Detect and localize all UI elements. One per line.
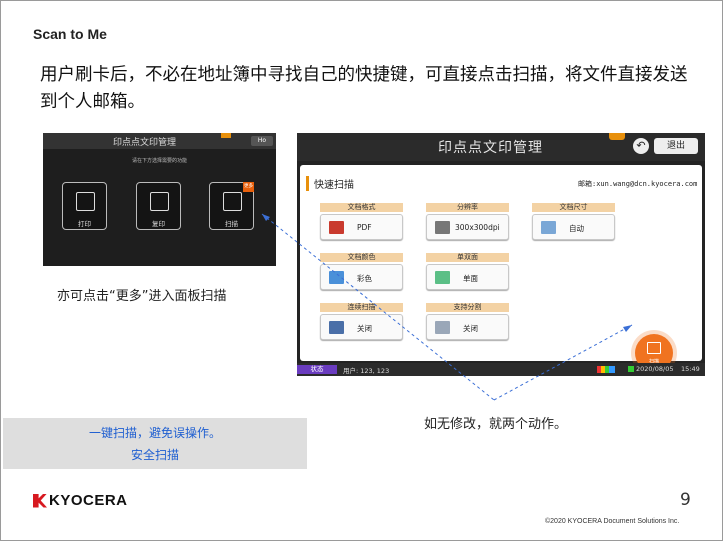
- connector-line-right: [493, 324, 633, 401]
- arrow-head-left: [262, 214, 270, 221]
- logo-mark-icon: [33, 493, 47, 508]
- logo-text: KYOCERA: [49, 492, 128, 509]
- note-line: 安全扫描: [130, 448, 179, 462]
- kyocera-logo: KYOCERA: [33, 492, 128, 509]
- note-line: 一键扫描，避免误操作。: [88, 426, 221, 440]
- caption-right: 如无修改，就两个动作。: [424, 417, 568, 432]
- arrow-head-right: [623, 325, 632, 332]
- copyright: ©2020 KYOCERA Document Solutions Inc.: [545, 518, 680, 525]
- note-box: 一键扫描，避免误操作。 安全扫描: [3, 418, 307, 469]
- connector-line-left: [261, 213, 495, 401]
- page-number: 9: [680, 490, 691, 510]
